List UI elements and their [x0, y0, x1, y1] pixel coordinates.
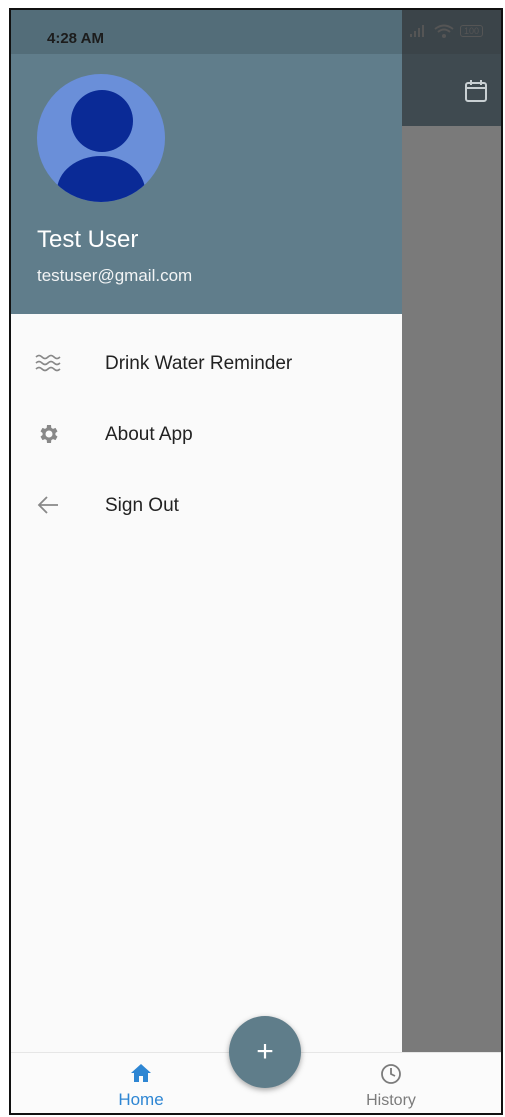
user-email: testuser@gmail.com	[37, 266, 193, 285]
nav-tab-label: Home	[118, 1090, 164, 1109]
nav-tab-history[interactable]: History	[361, 1063, 421, 1110]
nav-tab-home[interactable]: Home	[111, 1063, 171, 1110]
menu-item-drink-water-reminder[interactable]: Drink Water Reminder	[11, 328, 402, 399]
calendar-icon[interactable]	[463, 78, 489, 104]
menu-item-label: Sign Out	[105, 494, 179, 516]
waves-icon	[35, 350, 61, 376]
menu-item-about-app[interactable]: About App	[11, 399, 402, 470]
menu-item-label: About App	[105, 423, 193, 445]
battery-icon: 100	[459, 25, 483, 37]
arrow-left-icon	[35, 492, 61, 518]
navigation-drawer: 4:28 AM Test User testuser@gmail.com Dri…	[11, 10, 402, 1055]
menu-item-sign-out[interactable]: Sign Out	[11, 470, 402, 541]
avatar-body	[57, 156, 145, 202]
drawer-menu: Drink Water Reminder About App Sign Out	[11, 328, 402, 541]
home-icon	[131, 1064, 151, 1082]
drawer-header: 4:28 AM Test User testuser@gmail.com	[11, 10, 402, 314]
status-bar: 4:28 AM	[11, 10, 402, 54]
nav-tab-label: History	[366, 1092, 416, 1109]
avatar[interactable]	[37, 74, 165, 202]
gear-icon	[35, 421, 61, 447]
signal-icon	[409, 25, 424, 37]
user-name: Test User	[37, 226, 139, 253]
menu-item-label: Drink Water Reminder	[105, 352, 293, 374]
status-icons: 100	[409, 24, 483, 38]
clock-icon	[381, 1064, 401, 1084]
add-button[interactable]: +	[229, 1016, 301, 1088]
avatar-head	[71, 90, 133, 152]
status-time: 4:28 AM	[47, 30, 104, 47]
wifi-icon	[434, 24, 454, 38]
phone-screen: 100 4:28 AM Test User testuser@gmail.com	[9, 8, 503, 1115]
